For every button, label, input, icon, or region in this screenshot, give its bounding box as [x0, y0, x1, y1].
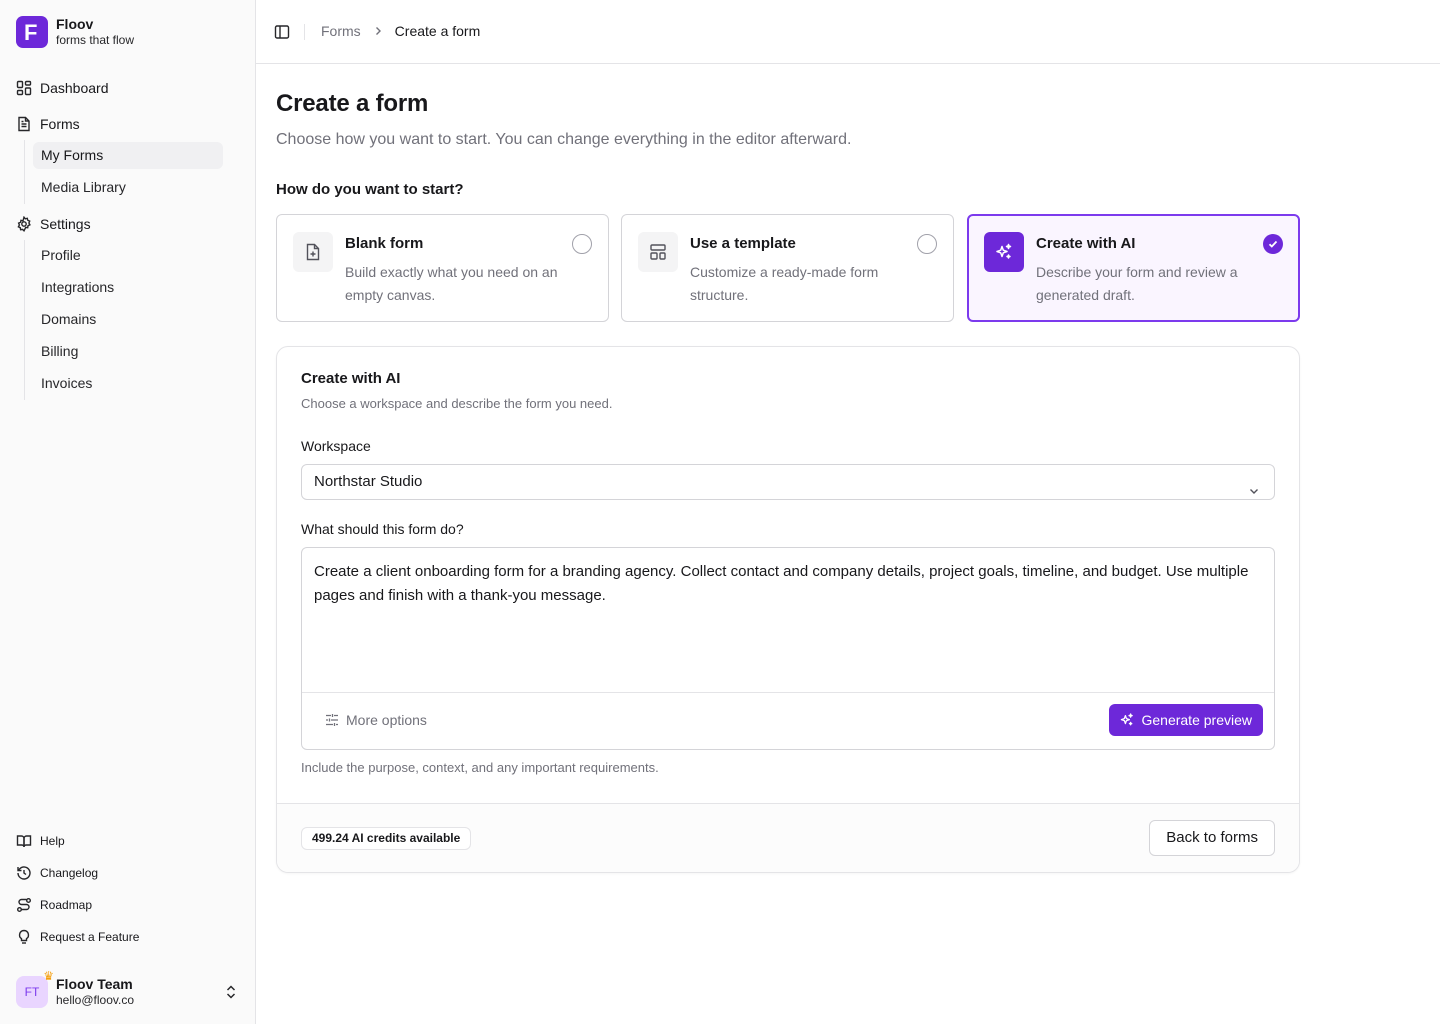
option-title: Use a template [690, 235, 796, 252]
brand-tagline: forms that flow [56, 33, 135, 47]
option-description: Describe your form and review a generate… [1036, 264, 1238, 303]
sidebar-toggle-icon[interactable] [274, 24, 290, 40]
workspace-select[interactable]: Northstar Studio [301, 464, 1275, 500]
route-icon [16, 897, 32, 913]
back-to-forms-button[interactable]: Back to forms [1149, 820, 1275, 856]
option-title: Create with AI [1036, 235, 1136, 252]
chevrons-up-down-icon [224, 984, 238, 1005]
workspace-value: Northstar Studio [314, 473, 423, 490]
sidebar-item-invoices[interactable]: Invoices [33, 370, 223, 397]
sidebar-item-label: Help [40, 834, 65, 848]
sidebar-item-media-library[interactable]: Media Library [33, 174, 223, 201]
prompt-toolbar: More options Generate preview [302, 692, 1274, 749]
book-open-icon [16, 833, 32, 849]
gear-icon [16, 216, 32, 232]
sidebar-item-roadmap[interactable]: Roadmap [16, 895, 92, 915]
ai-panel-title: Create with AI [301, 370, 401, 387]
crown-icon: ♛ [43, 969, 54, 983]
option-template[interactable]: Use a template Customize a ready-made fo… [621, 214, 954, 322]
option-blank-form[interactable]: Blank form Build exactly what you need o… [276, 214, 609, 322]
brand[interactable]: F Floov forms that flow [16, 16, 134, 48]
user-email: hello@floov.co [56, 993, 134, 1007]
sidebar-item-profile[interactable]: Profile [33, 242, 223, 269]
more-options-button[interactable]: More options [324, 712, 427, 728]
sidebar: F Floov forms that flow Dashboard Forms … [0, 0, 256, 1024]
sidebar-item-label: Roadmap [40, 898, 93, 912]
avatar: FT ♛ [16, 969, 54, 1008]
option-create-with-ai[interactable]: Create with AI Describe your form and re… [967, 214, 1300, 322]
file-text-icon [16, 116, 32, 132]
sparkles-icon [1119, 712, 1135, 728]
sidebar-item-my-forms[interactable]: My Forms [33, 142, 223, 169]
prompt-textarea[interactable]: Create a client onboarding form for a br… [301, 547, 1275, 750]
file-plus-icon [293, 232, 333, 272]
nav-tree-line [24, 240, 25, 400]
sliders-icon [324, 712, 340, 728]
sidebar-item-label: Dashboard [40, 80, 109, 96]
breadcrumb-current: Create a form [394, 23, 481, 39]
user-name: Floov Team [56, 976, 133, 992]
prompt-label: What should this form do? [301, 521, 464, 537]
svg-text:F: F [24, 20, 37, 44]
history-icon [16, 865, 32, 881]
sidebar-item-dashboard[interactable]: Dashboard [16, 76, 109, 100]
user-menu[interactable]: FT ♛ Floov Team hello@floov.co [16, 969, 246, 1009]
sidebar-item-label: Request a Feature [40, 930, 140, 944]
sidebar-item-settings[interactable]: Settings [16, 212, 91, 236]
prompt-text[interactable]: Create a client onboarding form for a br… [314, 560, 1264, 608]
breadcrumb-forms[interactable]: Forms [321, 23, 361, 39]
chevron-right-icon [373, 26, 383, 36]
radio-template[interactable] [917, 234, 937, 254]
generate-preview-button[interactable]: Generate preview [1109, 704, 1263, 736]
sidebar-item-changelog[interactable]: Changelog [16, 863, 98, 883]
sidebar-item-label: Forms [40, 116, 80, 132]
page-title: Create a form [276, 90, 429, 117]
ai-panel-subtitle: Choose a workspace and describe the form… [301, 396, 613, 411]
sidebar-item-forms[interactable]: Forms [16, 112, 80, 136]
nav-tree-line [24, 140, 25, 204]
top-bar: Forms Create a form [256, 0, 1440, 64]
sidebar-item-billing[interactable]: Billing [33, 338, 223, 365]
ai-panel-footer: 499.24 AI credits available Back to form… [277, 803, 1299, 872]
dashboard-icon [16, 80, 32, 96]
sidebar-item-integrations[interactable]: Integrations [33, 274, 223, 301]
start-question: How do you want to start? [276, 181, 464, 198]
ai-panel: Create with AI Choose a workspace and de… [276, 346, 1300, 873]
breadcrumb: Forms Create a form [321, 23, 480, 39]
option-title: Blank form [345, 235, 424, 252]
radio-blank-form[interactable] [572, 234, 592, 254]
sidebar-item-help[interactable]: Help [16, 831, 65, 851]
floov-logo-icon: F [16, 16, 48, 48]
option-description: Build exactly what you need on an empty … [345, 264, 558, 303]
radio-create-with-ai[interactable] [1263, 234, 1283, 254]
divider [304, 24, 305, 40]
lightbulb-icon [16, 929, 32, 945]
sidebar-item-label: Changelog [40, 866, 99, 880]
workspace-label: Workspace [301, 438, 371, 454]
sidebar-item-domains[interactable]: Domains [33, 306, 223, 333]
brand-name: Floov [56, 16, 94, 32]
chevron-down-icon [1248, 476, 1260, 510]
prompt-helper-text: Include the purpose, context, and any im… [301, 760, 659, 775]
sparkles-icon [984, 232, 1024, 272]
option-description: Customize a ready-made form structure. [690, 264, 879, 303]
credits-badge: 499.24 AI credits available [301, 827, 472, 850]
sidebar-item-label: Settings [40, 216, 91, 232]
page-subtitle: Choose how you want to start. You can ch… [276, 131, 852, 148]
layout-template-icon [638, 232, 678, 272]
sidebar-item-request-feature[interactable]: Request a Feature [16, 927, 139, 947]
